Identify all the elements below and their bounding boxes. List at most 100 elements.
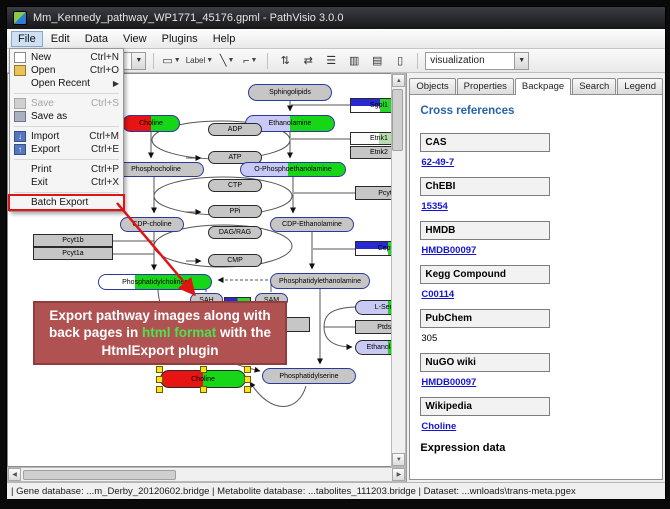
menu-item-save-as[interactable]: Save as [10,110,123,123]
pathway-node-phosphatidylethanolamine[interactable]: Phosphatidylethanolamine [270,273,370,289]
horizontal-scroll-thumb[interactable] [23,470,176,480]
tab-objects[interactable]: Objects [409,78,455,94]
menu-plugins[interactable]: Plugins [155,31,205,47]
menu-help[interactable]: Help [206,31,243,47]
xref-link[interactable]: HMDB00097 [421,245,476,256]
selection-handle[interactable] [156,366,163,373]
menu-separator [14,126,119,127]
menu-view[interactable]: View [116,31,154,47]
pathway-node-pcyt2[interactable]: Pcyt2 [355,186,391,200]
scroll-up-icon[interactable]: ▲ [392,74,405,87]
menu-separator [14,93,119,94]
xref-link[interactable]: C00114 [421,289,454,300]
chevron-down-icon: ▼ [250,57,257,64]
tab-legend[interactable]: Legend [617,78,663,94]
menu-item-new[interactable]: NewCtrl+N [10,51,123,64]
chevron-down-icon[interactable]: ▼ [514,53,528,69]
xref-link[interactable]: HMDB00097 [421,377,476,388]
line-tool-icon: ╲ [220,54,227,67]
scroll-left-icon[interactable]: ◀ [8,468,21,481]
align-horizontal-button[interactable]: ⇄ [298,51,318,71]
xref-section-kegg-compound: Kegg CompoundC00114 [420,265,652,300]
menu-file[interactable]: File [11,31,43,47]
menu-edit[interactable]: Edit [44,31,77,47]
menu-item-open-recent[interactable]: Open Recent▶ [10,77,123,90]
menu-item-print[interactable]: PrintCtrl+P [10,163,123,176]
pathway-node-dag[interactable]: DAG/RAG [208,226,262,239]
align-vertical-icon: ⇅ [281,54,290,67]
pathway-node-pcyt1b[interactable]: Pcyt1b [33,234,113,247]
pathway-node-ethanolamine-bottom[interactable]: Ethanolamine [355,340,391,355]
chevron-down-icon[interactable]: ▼ [131,53,145,69]
tab-backpage[interactable]: Backpage [515,78,571,95]
menu-item-label: Print [31,164,85,175]
selection-handle[interactable] [244,376,251,383]
menu-item-export[interactable]: ↑ExportCtrl+E [10,143,123,156]
xref-database-name: NuGO wiki [420,353,550,372]
layout-button[interactable]: ▯ [390,51,410,71]
scroll-down-icon[interactable]: ▼ [392,453,405,466]
layout-icon: ▯ [397,54,403,67]
selection-handle[interactable] [156,386,163,393]
scroll-right-icon[interactable]: ▶ [392,468,405,481]
vertical-scroll-thumb[interactable] [392,89,403,151]
pathway-node-cept1[interactable]: Cept1 [355,241,391,256]
pathway-node-sgpl1[interactable]: Sgpl1 [350,98,391,113]
distribute-vertical-icon: ▥ [349,54,359,67]
connector-tool-icon: ⌐ [243,55,249,67]
line-tool-button[interactable]: ╲▼ [217,51,237,71]
xref-link[interactable]: 62-49-7 [421,157,454,168]
selection-handle[interactable] [244,386,251,393]
menu-item-open[interactable]: OpenCtrl+O [10,64,123,77]
distribute-vertical-button[interactable]: ▥ [344,51,364,71]
pathway-node-o-phosphoethanolamine[interactable]: O-Phosphoethanolamine [240,162,346,177]
tab-properties[interactable]: Properties [457,78,514,94]
stack-button[interactable]: ▤ [367,51,387,71]
pathway-node-ppi[interactable]: PPi [208,205,262,218]
horizontal-scrollbar[interactable]: ◀ ▶ [7,467,406,482]
pathway-node-adp[interactable]: ADP [208,123,262,136]
pathway-node-etnk2[interactable]: Etnk2 [350,146,391,159]
file-menu: NewCtrl+NOpenCtrl+OOpen Recent▶ SaveCtrl+… [9,48,124,212]
menu-data[interactable]: Data [78,31,115,47]
vertical-scrollbar[interactable]: ▲ ▼ [391,73,406,467]
visualization-combobox[interactable]: visualization ▼ [425,52,529,70]
distribute-horizontal-button[interactable]: ☰ [321,51,341,71]
menu-item-shortcut: Ctrl+X [91,177,119,188]
xref-link[interactable]: 15354 [421,201,447,212]
selection-handle[interactable] [200,366,207,373]
pathway-node-ctp[interactable]: CTP [208,179,262,192]
toolbar-separator [417,53,418,69]
menu-item-exit[interactable]: ExitCtrl+X [10,176,123,189]
selection-handle[interactable] [200,386,207,393]
pathway-node-cdp-ethanolamine[interactable]: CDP-Ethanolamine [270,217,354,232]
pathway-node-phosphatidylcholines[interactable]: Phosphatidylcholines [98,274,212,290]
connector-tool-button[interactable]: ⌐▼ [240,51,260,71]
pathway-node-phosphatidylserine[interactable]: Phosphatidylserine [262,368,356,384]
menu-item-save[interactable]: SaveCtrl+S [10,97,123,110]
label-tool-button[interactable]: Label▼ [185,51,215,71]
xref-section-pubchem: PubChem305 [420,309,652,344]
pathway-node-cmp[interactable]: CMP [208,254,262,267]
xref-link[interactable]: Choline [421,421,456,432]
expression-data-heading: Expression data [420,442,652,454]
pathway-node-etnk1[interactable]: Etnk1 [350,132,391,145]
align-vertical-button[interactable]: ⇅ [275,51,295,71]
xref-database-name: Wikipedia [420,397,550,416]
tab-search[interactable]: Search [572,78,616,94]
pathway-node-l-serine[interactable]: L-Serine [355,300,391,315]
xref-section-cas: CAS62-49-7 [420,133,652,168]
pathway-node-choline-top[interactable]: Choline [122,115,180,132]
menu-item-batch-export[interactable]: Batch Export [10,196,123,209]
selection-handle[interactable] [244,366,251,373]
menu-item-import[interactable]: ↓ImportCtrl+M [10,130,123,143]
callout-text: Export pathway images along with back pa… [43,307,277,360]
title-bar[interactable]: Mm_Kennedy_pathway_WP1771_45176.gpml - P… [7,7,665,29]
save-as-icon [14,111,26,122]
selection-handle[interactable] [156,376,163,383]
pathway-node-ptdss2[interactable]: Ptdss2 [355,320,391,334]
datanode-tool-button[interactable]: ▭▼ [161,51,181,71]
pathway-node-cdp-choline[interactable]: CDP-choline [120,217,184,232]
pathway-node-pcyt1a[interactable]: Pcyt1a [33,247,113,260]
pathway-node-sphingolipids[interactable]: Sphingolipids [248,84,332,101]
